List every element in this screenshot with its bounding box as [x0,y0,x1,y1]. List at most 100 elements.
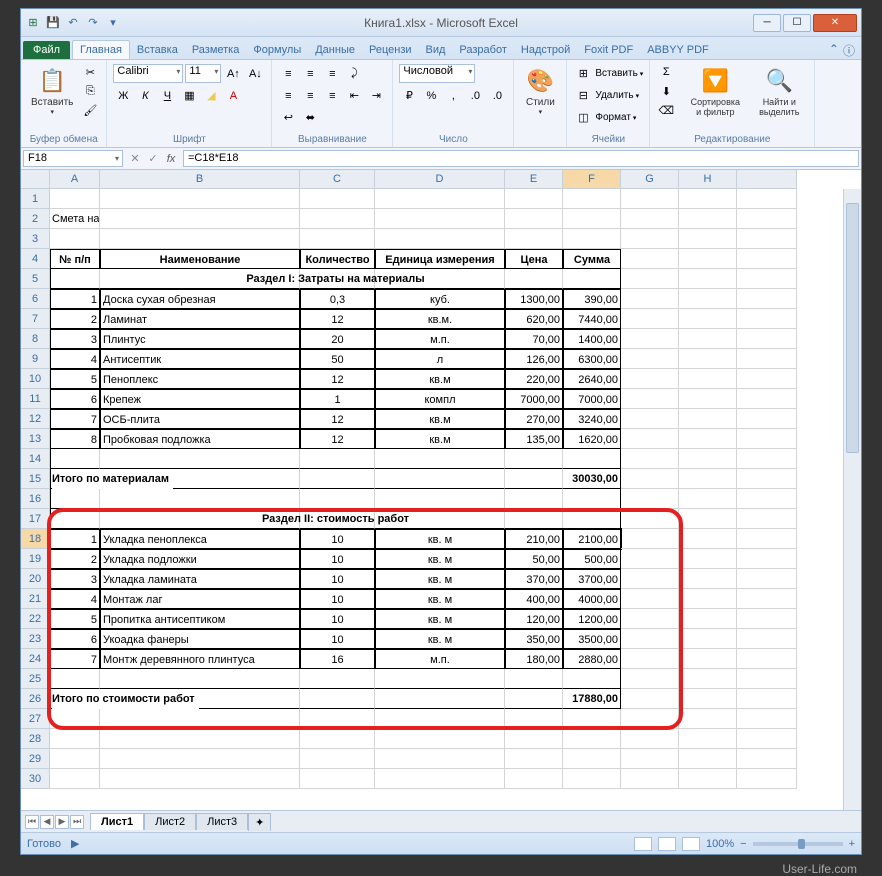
cell[interactable] [300,469,375,489]
cell[interactable] [100,209,300,229]
sheet-tab-3[interactable]: Лист3 [196,813,248,830]
format-painter-icon[interactable]: 🖌 [80,101,100,119]
cell[interactable] [50,229,100,249]
cell[interactable] [621,509,679,529]
cell[interactable] [300,229,375,249]
currency-icon[interactable]: ₽ [399,87,419,105]
cut-icon[interactable]: ✂ [80,63,100,81]
maximize-button[interactable]: ☐ [783,14,811,32]
cell[interactable] [563,489,621,509]
row-header[interactable]: 9 [21,349,50,369]
cell[interactable] [679,469,737,489]
font-size-combo[interactable]: 11 [185,64,221,83]
cell[interactable]: л [375,349,505,369]
cell[interactable]: 4 [50,589,100,609]
cell[interactable]: 126,00 [505,349,563,369]
cell[interactable]: Укладка подложки [100,549,300,569]
italic-button[interactable]: К [135,87,155,105]
cell[interactable] [679,269,737,289]
cell[interactable]: 10 [300,629,375,649]
dec-increase-icon[interactable]: .0 [465,87,485,105]
comma-icon[interactable]: , [443,87,463,105]
cell[interactable]: Укладка пеноплекса [100,529,300,549]
cell[interactable] [679,409,737,429]
row-header[interactable]: 11 [21,389,50,409]
cell[interactable] [679,189,737,209]
row-header[interactable]: 28 [21,729,50,749]
row-header[interactable]: 4 [21,249,50,269]
insert-cells-icon[interactable]: ⊞ [573,65,593,83]
cell[interactable] [679,649,737,669]
row-header[interactable]: 20 [21,569,50,589]
cell[interactable]: 210,00 [505,529,563,549]
copy-icon[interactable]: ⎘ [80,82,100,100]
cell[interactable]: кв. м [375,569,505,589]
scrollbar-vertical[interactable] [843,189,861,810]
cell[interactable] [621,309,679,329]
cell[interactable] [563,669,621,689]
cell[interactable] [100,749,300,769]
cell[interactable] [679,349,737,369]
sort-filter-button[interactable]: 🔽 Сортировка и фильтр [683,63,747,119]
cell[interactable] [621,269,679,289]
cell[interactable] [300,269,375,289]
cell[interactable] [505,449,563,469]
cell[interactable]: 17880,00 [563,689,621,709]
cell[interactable] [375,729,505,749]
merge-icon[interactable]: ⬌ [300,109,320,127]
cell[interactable]: 180,00 [505,649,563,669]
cell[interactable] [679,569,737,589]
cell[interactable] [621,229,679,249]
cell[interactable] [505,749,563,769]
cell[interactable]: 1200,00 [563,609,621,629]
cell[interactable]: 120,00 [505,609,563,629]
cell[interactable] [50,189,100,209]
column-header[interactable]: A [50,170,100,189]
tab-view[interactable]: Вид [419,41,453,59]
cell[interactable]: Пеноплекс [100,369,300,389]
cell[interactable]: компл [375,389,505,409]
cell[interactable]: 10 [300,529,375,549]
row-header[interactable]: 12 [21,409,50,429]
cell[interactable]: 4 [50,349,100,369]
cell[interactable]: 3500,00 [563,629,621,649]
cell[interactable] [679,589,737,609]
cell[interactable] [679,529,737,549]
cell[interactable]: Наименование [100,249,300,269]
dec-decrease-icon[interactable]: .0 [487,87,507,105]
cell[interactable] [621,549,679,569]
row-header[interactable]: 17 [21,509,50,529]
align-top-icon[interactable]: ≡ [278,65,298,83]
cell[interactable] [679,769,737,789]
cell[interactable] [563,189,621,209]
cell[interactable] [100,709,300,729]
cell[interactable] [100,469,300,489]
cell[interactable] [621,749,679,769]
cell[interactable]: 7 [50,649,100,669]
row-header[interactable]: 29 [21,749,50,769]
cell[interactable]: 3240,00 [563,409,621,429]
row-header[interactable]: 21 [21,589,50,609]
cell[interactable] [375,229,505,249]
cell[interactable] [563,709,621,729]
cell[interactable] [679,489,737,509]
cell[interactable]: 8 [50,429,100,449]
cell[interactable] [621,669,679,689]
cell[interactable]: 500,00 [563,549,621,569]
decrease-font-icon[interactable]: A↓ [245,65,265,83]
cell[interactable]: 370,00 [505,569,563,589]
cell[interactable] [300,709,375,729]
cell[interactable]: 10 [300,569,375,589]
cell[interactable]: кв.м. [375,309,505,329]
cell[interactable] [50,269,100,289]
cell[interactable]: Пропитка антисептиком [100,609,300,629]
cell[interactable]: 1 [50,529,100,549]
minimize-ribbon-icon[interactable]: ⌃ [829,42,839,59]
cell[interactable] [300,749,375,769]
cell[interactable]: 1620,00 [563,429,621,449]
cell[interactable]: 50 [300,349,375,369]
cell[interactable] [375,469,505,489]
cell[interactable]: Плинтус [100,329,300,349]
clear-icon[interactable]: ⌫ [656,101,676,119]
row-header[interactable]: 30 [21,769,50,789]
